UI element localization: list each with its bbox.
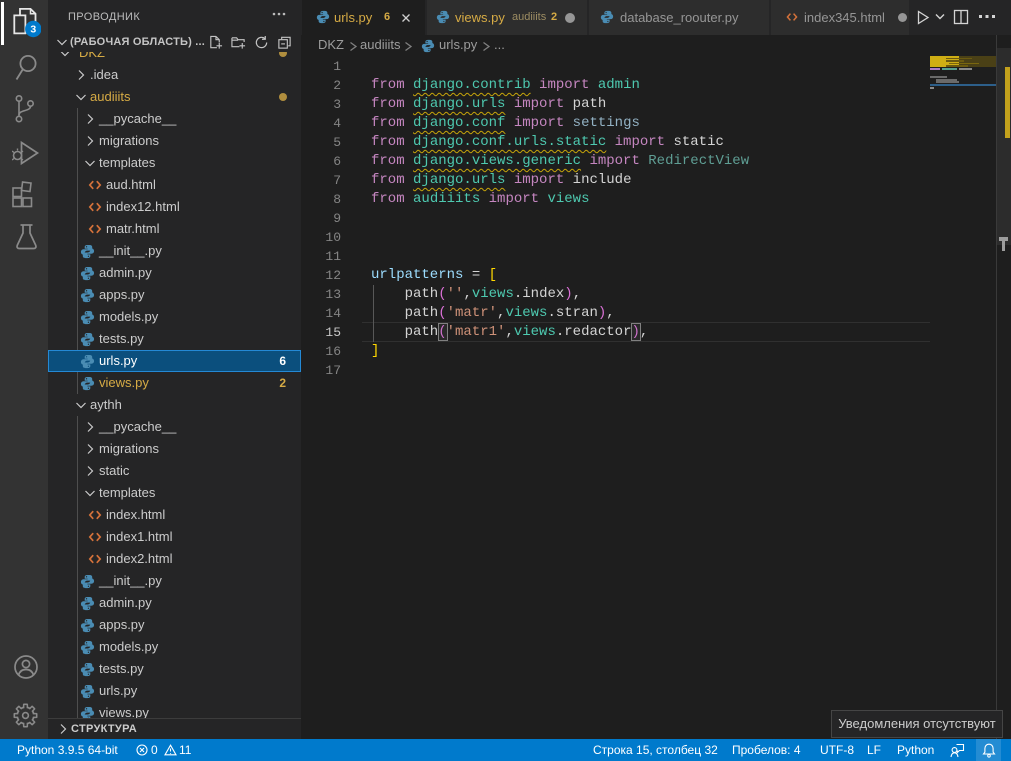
svg-text:3: 3 [30, 24, 36, 36]
